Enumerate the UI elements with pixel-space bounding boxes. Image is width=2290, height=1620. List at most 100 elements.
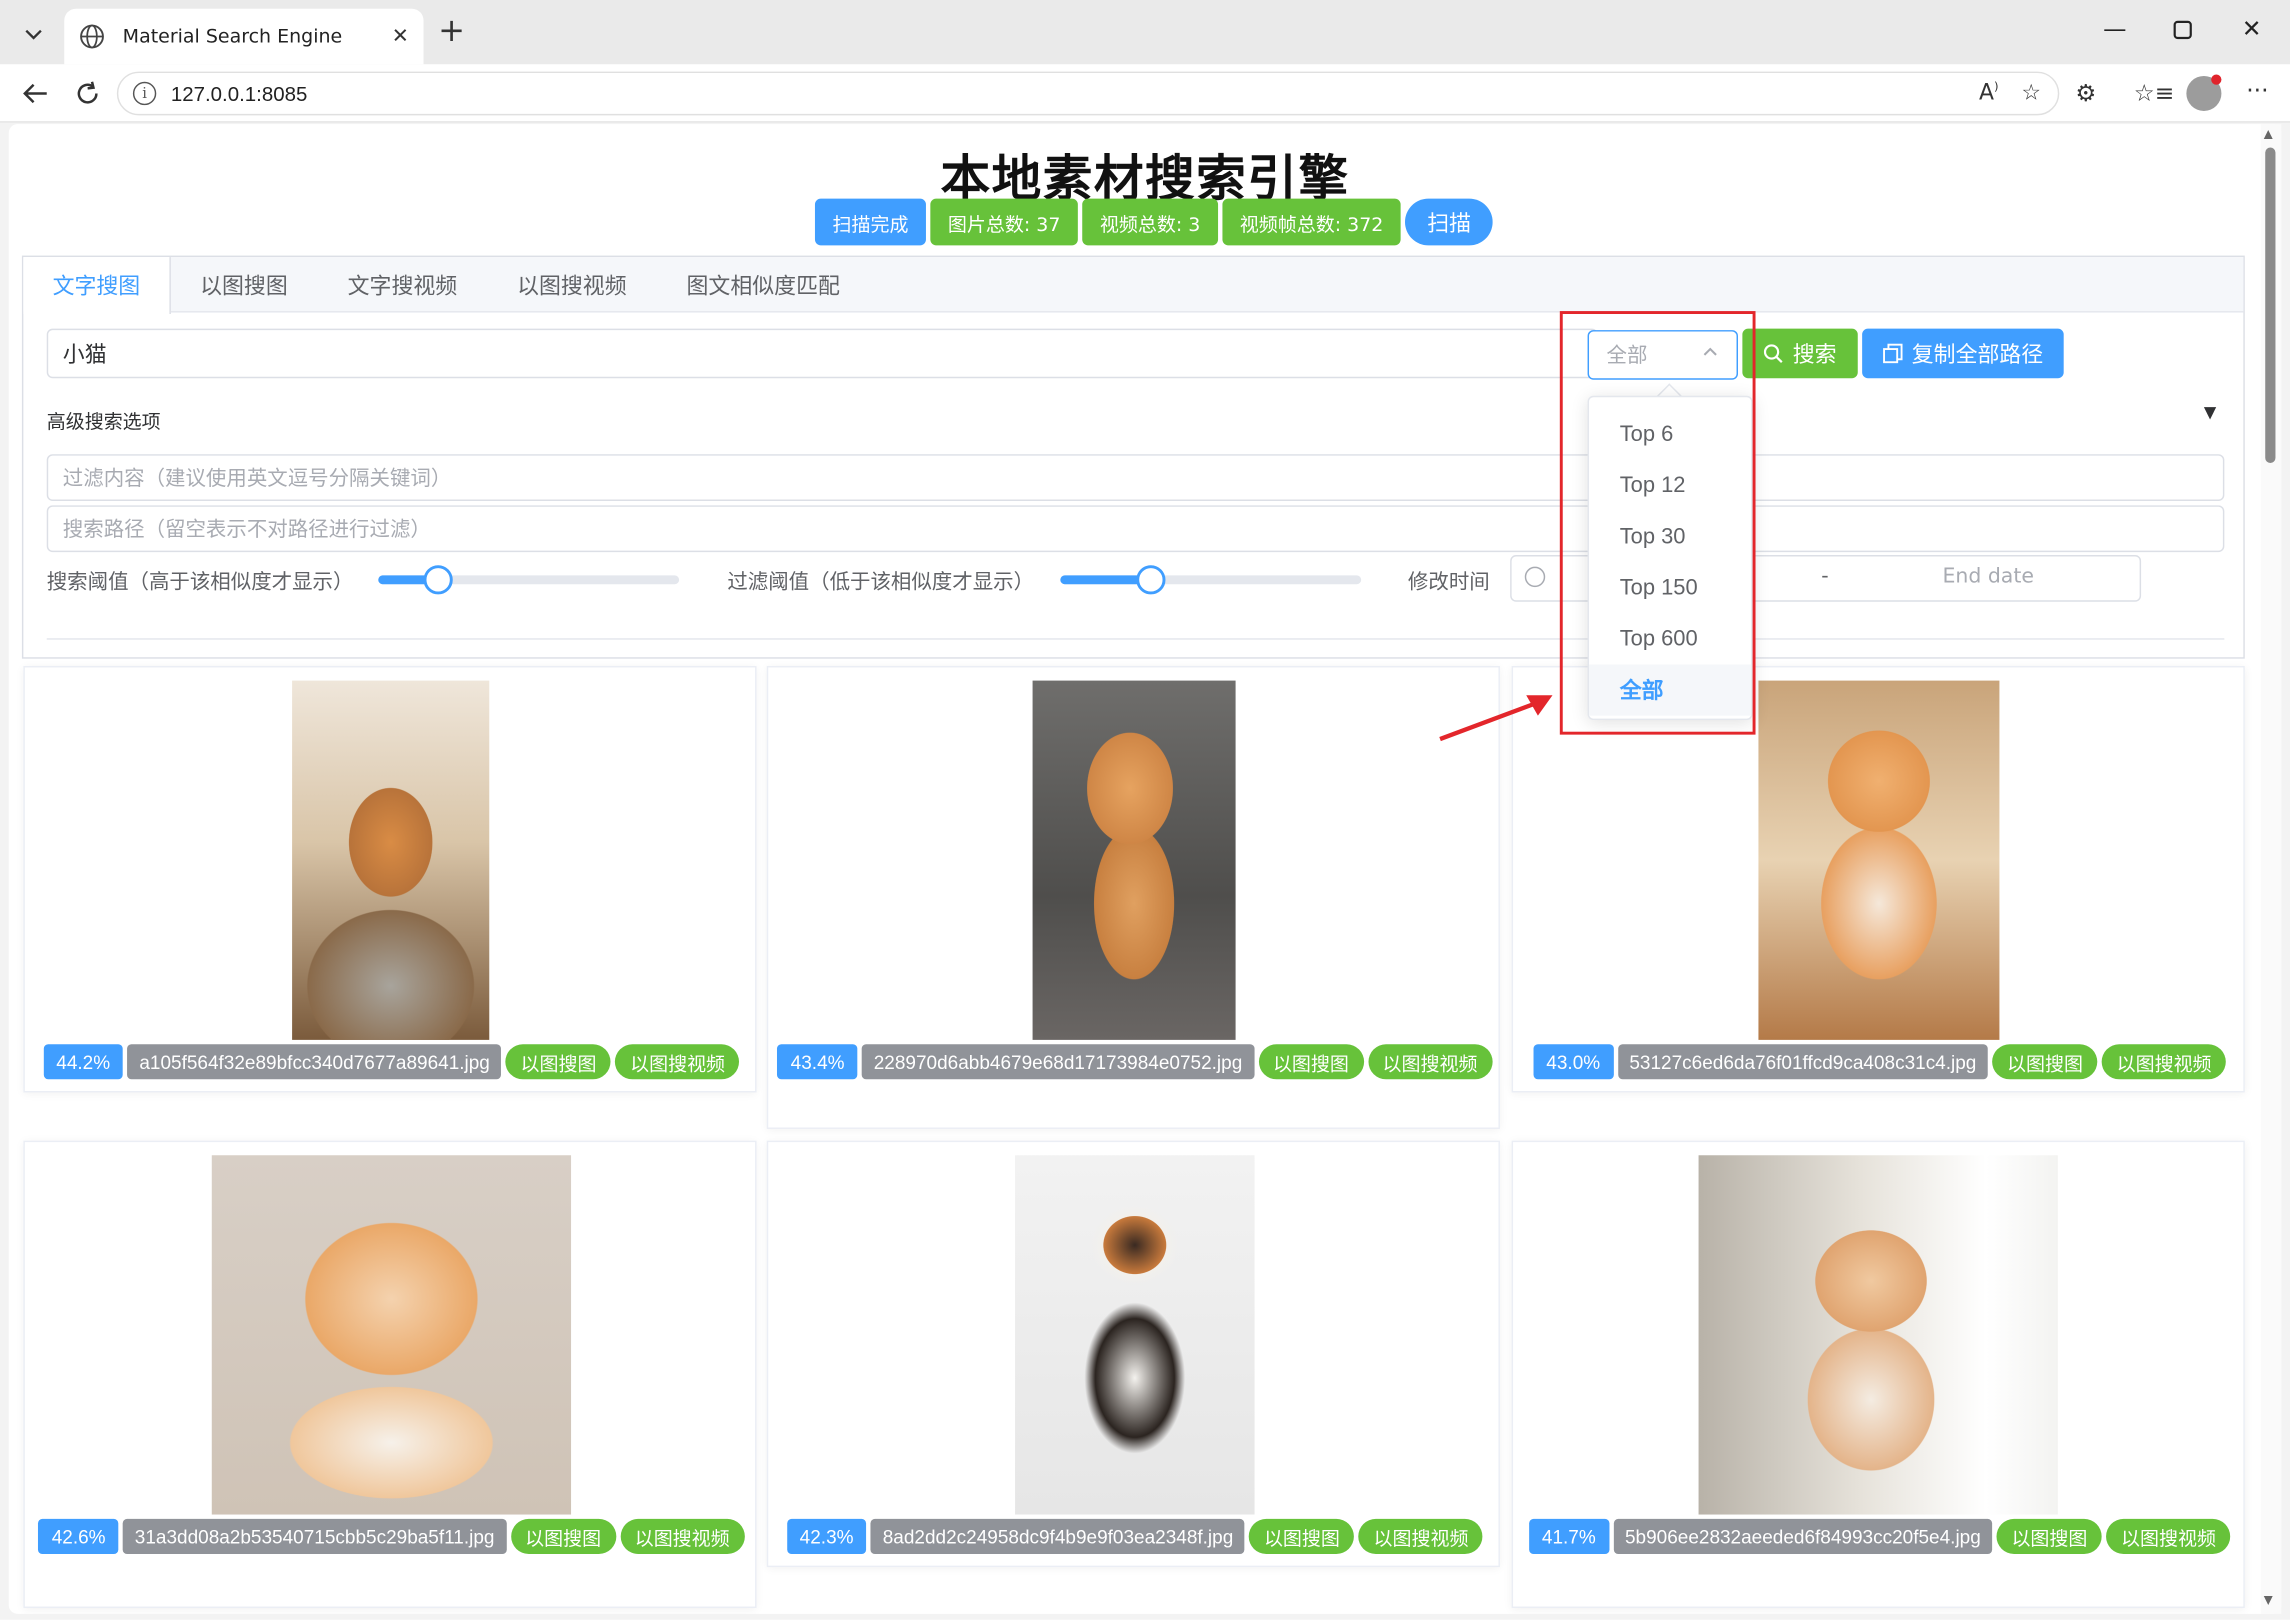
annotation-highlight-box — [1559, 311, 1756, 735]
browser-tab-title: Material Search Engine — [122, 25, 343, 48]
search-input[interactable]: 小猫 — [46, 328, 1598, 379]
filter-threshold-label: 过滤阈值（低于该相似度才显示） — [727, 571, 1035, 595]
caret-down-icon[interactable]: ▼ — [2204, 403, 2216, 422]
reload-icon[interactable] — [70, 76, 105, 111]
search-by-image-button[interactable]: 以图搜图 — [1996, 1518, 2103, 1554]
favorites-list-icon[interactable]: ☆≡ — [2134, 79, 2175, 107]
end-date-input[interactable]: End date — [1942, 565, 2033, 588]
result-image[interactable] — [1698, 1155, 2058, 1515]
search-panel: 文字搜图 以图搜图 文字搜视频 以图搜视频 图文相似度匹配 小猫 全部 搜索 复… — [21, 255, 2245, 659]
search-by-image-button[interactable]: 以图搜图 — [1992, 1044, 2098, 1080]
search-by-image-button[interactable]: 以图搜图 — [1258, 1044, 1364, 1080]
search-button[interactable]: 搜索 — [1742, 328, 1858, 379]
search-by-image-button[interactable]: 以图搜图 — [505, 1044, 612, 1080]
window-close-icon[interactable]: ✕ — [2242, 15, 2262, 43]
browser-tab[interactable]: Material Search Engine ✕ — [64, 8, 424, 65]
filter-threshold-slider[interactable] — [1060, 565, 1362, 595]
search-threshold-slider[interactable] — [378, 565, 680, 595]
result-caption: 42.3% 8ad2dd2c24958dc9f4b9e9f03ea2348f.j… — [768, 1518, 1501, 1554]
scan-button[interactable]: 扫描 — [1405, 198, 1493, 246]
maximize-icon[interactable] — [2173, 18, 2192, 46]
similarity-badge: 41.7% — [1528, 1518, 1609, 1554]
search-path-input[interactable]: 搜索路径（留空表示不对路径进行过滤） — [46, 505, 2225, 553]
image-count-badge: 图片总数: 37 — [930, 198, 1078, 246]
globe-icon — [80, 24, 104, 49]
date-range-separator: - — [1821, 565, 1829, 589]
url-field[interactable]: i 127.0.0.1:8085 — [116, 71, 2060, 116]
file-name-tag[interactable]: 8ad2dd2c24958dc9f4b9e9f03ea2348f.jpg — [871, 1518, 1245, 1554]
scroll-down-icon[interactable]: ▼ — [2264, 1593, 2273, 1606]
search-video-by-image-button[interactable]: 以图搜视频 — [2102, 1044, 2227, 1080]
similarity-badge: 42.3% — [786, 1518, 867, 1554]
result-card: 44.2% a105f564f32e89bfcc340d7677a89641.j… — [23, 665, 758, 1093]
address-bar-row: i 127.0.0.1:8085 A) ☆ ⚙ ☆≡ ··· — [0, 64, 2290, 123]
tab-image-video-search[interactable]: 以图搜视频 — [488, 257, 657, 312]
result-image[interactable] — [1032, 680, 1236, 1040]
clock-icon — [1524, 566, 1546, 588]
filter-content-input[interactable]: 过滤内容（建议使用英文逗号分隔关键词） — [46, 454, 2225, 501]
copy-button-label: 复制全部路径 — [1911, 341, 2044, 368]
panel-divider — [46, 638, 2225, 640]
back-icon[interactable] — [18, 76, 53, 111]
tab-text-video-search[interactable]: 文字搜视频 — [318, 257, 487, 312]
file-name-tag[interactable]: a105f564f32e89bfcc340d7677a89641.jpg — [127, 1044, 502, 1080]
result-caption: 42.6% 31a3dd08a2b53540715cbb5c29ba5f11.j… — [25, 1518, 758, 1554]
favorite-star-icon[interactable]: ☆ — [2021, 79, 2041, 105]
copy-icon — [1883, 343, 1903, 364]
search-icon — [1764, 344, 1784, 363]
file-name-tag[interactable]: 53127c6ed6da76f01ffcd9ca408c31c4.jpg — [1617, 1044, 1989, 1080]
scrollbar-thumb[interactable] — [2265, 147, 2276, 463]
result-card: 41.7% 5b906ee2832aeeded6f84993cc20f5e4.j… — [1511, 1140, 2246, 1609]
chevron-down-icon — [25, 29, 42, 40]
notification-dot — [2211, 74, 2222, 85]
search-by-image-button[interactable]: 以图搜图 — [510, 1518, 616, 1554]
tab-text-image-search[interactable]: 文字搜图 — [23, 257, 171, 315]
read-aloud-icon[interactable]: A) — [1979, 79, 1999, 105]
search-threshold-handle[interactable] — [423, 565, 454, 595]
video-count-badge: 视频总数: 3 — [1082, 198, 1218, 246]
result-caption: 43.0% 53127c6ed6da76f01ffcd9ca408c31c4.j… — [1513, 1044, 2246, 1080]
minimize-icon[interactable]: — — [2103, 15, 2126, 43]
search-video-by-image-button[interactable]: 以图搜视频 — [1358, 1518, 1484, 1554]
more-menu-icon[interactable]: ··· — [2246, 76, 2268, 104]
result-image[interactable] — [1015, 1155, 1255, 1515]
new-tab-icon[interactable]: + — [438, 14, 465, 50]
file-name-tag[interactable]: 5b906ee2832aeeded6f84993cc20f5e4.jpg — [1613, 1518, 1993, 1554]
file-name-tag[interactable]: 31a3dd08a2b53540715cbb5c29ba5f11.jpg — [123, 1518, 507, 1554]
page-viewport: 本地素材搜索引擎 扫描完成 图片总数: 37 视频总数: 3 视频帧总数: 37… — [8, 124, 2282, 1614]
page-scrollbar[interactable]: ▲ ▼ — [2260, 124, 2282, 1614]
search-video-by-image-button[interactable]: 以图搜视频 — [2106, 1518, 2231, 1554]
result-image[interactable] — [211, 1155, 572, 1515]
filter-threshold-handle[interactable] — [1135, 565, 1166, 595]
result-caption: 41.7% 5b906ee2832aeeded6f84993cc20f5e4.j… — [1513, 1518, 2246, 1554]
tab-image-image-search[interactable]: 以图搜图 — [171, 257, 319, 312]
result-caption: 44.2% a105f564f32e89bfcc340d7677a89641.j… — [25, 1044, 758, 1080]
file-name-tag[interactable]: 228970d6abb4679e68d17173984e0752.jpg — [862, 1044, 1254, 1080]
search-video-by-image-button[interactable]: 以图搜视频 — [615, 1044, 740, 1080]
search-threshold-label: 搜索阈值（高于该相似度才显示） — [46, 571, 354, 595]
similarity-badge: 43.4% — [777, 1044, 858, 1080]
result-image[interactable] — [292, 680, 490, 1040]
site-info-icon[interactable]: i — [132, 81, 157, 106]
similarity-badge: 44.2% — [43, 1044, 124, 1080]
stats-bar: 扫描完成 图片总数: 37 视频总数: 3 视频帧总数: 372 扫描 — [814, 198, 1493, 246]
search-button-label: 搜索 — [1792, 341, 1837, 368]
close-tab-icon[interactable]: ✕ — [392, 25, 409, 48]
result-card: 42.6% 31a3dd08a2b53540715cbb5c29ba5f11.j… — [23, 1140, 758, 1609]
result-card: 43.4% 228970d6abb4679e68d17173984e0752.j… — [766, 665, 1500, 1129]
scan-status-badge: 扫描完成 — [814, 198, 926, 246]
result-image[interactable] — [1758, 680, 2000, 1040]
extensions-icon[interactable]: ⚙ — [2075, 79, 2096, 107]
url-text: 127.0.0.1:8085 — [170, 81, 308, 106]
similarity-badge: 43.0% — [1533, 1044, 1614, 1080]
search-video-by-image-button[interactable]: 以图搜视频 — [620, 1518, 745, 1554]
search-by-image-button[interactable]: 以图搜图 — [1249, 1518, 1355, 1554]
copy-all-paths-button[interactable]: 复制全部路径 — [1862, 328, 2064, 379]
scroll-up-icon[interactable]: ▲ — [2264, 127, 2273, 140]
tab-list-button[interactable] — [12, 12, 56, 56]
search-tabs: 文字搜图 以图搜图 文字搜视频 以图搜视频 图文相似度匹配 — [23, 257, 2244, 315]
tab-image-text-similarity[interactable]: 图文相似度匹配 — [657, 257, 870, 312]
search-video-by-image-button[interactable]: 以图搜视频 — [1367, 1044, 1493, 1080]
modified-time-label: 修改时间 — [1407, 571, 1490, 595]
advanced-options-title[interactable]: 高级搜索选项 — [47, 406, 161, 434]
